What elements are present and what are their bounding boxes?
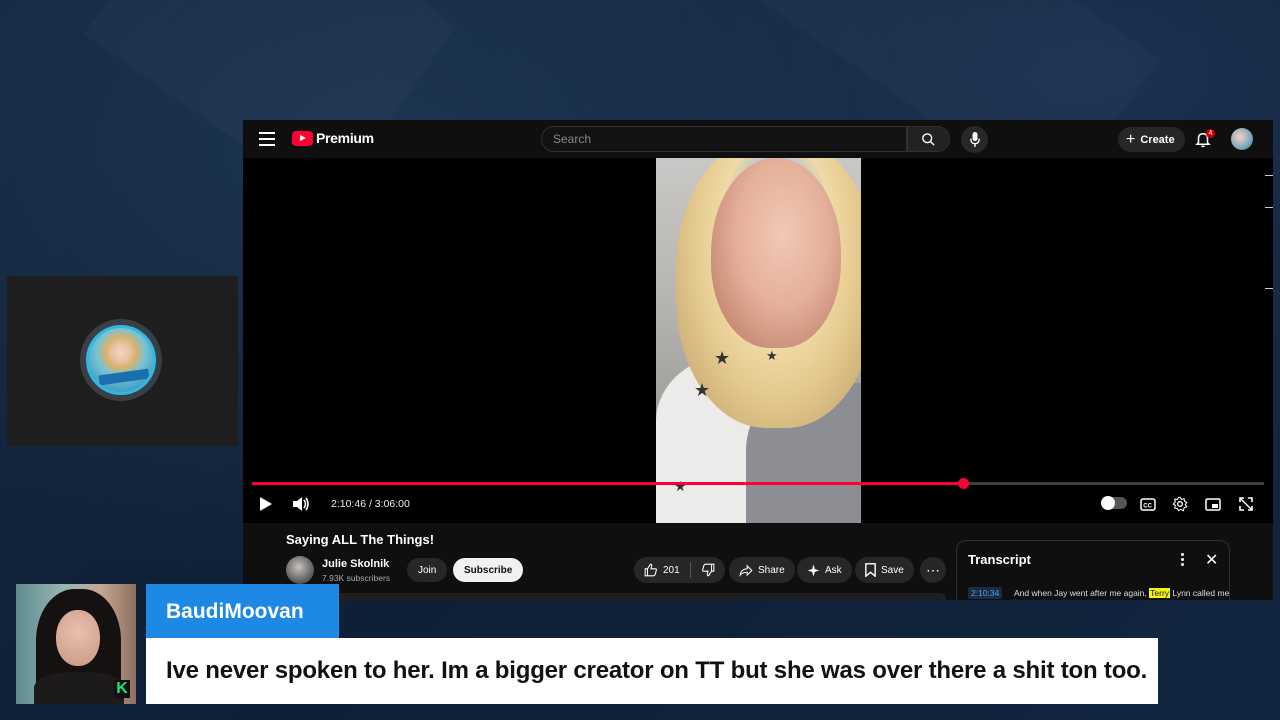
search-icon bbox=[922, 132, 935, 146]
chapter-tick bbox=[1265, 175, 1273, 176]
account-avatar[interactable] bbox=[1231, 128, 1253, 150]
commenter-name-box: BaudiMoovan bbox=[146, 584, 339, 638]
save-button[interactable]: Save bbox=[855, 557, 914, 583]
video-title: Saying ALL The Things! bbox=[286, 532, 435, 547]
kick-logo: K bbox=[114, 680, 130, 698]
create-button[interactable]: + Create bbox=[1118, 127, 1185, 152]
youtube-premium-logo[interactable]: Premium bbox=[292, 130, 374, 146]
channel-logo-image bbox=[86, 325, 156, 395]
captions-button[interactable]: CC bbox=[1139, 495, 1157, 513]
like-count[interactable]: 201 bbox=[663, 565, 680, 576]
ask-label: Ask bbox=[825, 564, 842, 576]
transcript-text-after: Lynn called me bbox=[1172, 588, 1230, 598]
commenter-username: BaudiMoovan bbox=[166, 600, 304, 623]
streamer-avatar-card bbox=[7, 276, 238, 446]
gear-icon bbox=[1172, 496, 1188, 512]
chapter-tick bbox=[1265, 207, 1273, 208]
plus-icon: + bbox=[1126, 130, 1136, 148]
avatar-ring bbox=[80, 319, 162, 401]
progress-scrubber[interactable] bbox=[958, 478, 970, 489]
youtube-header: Premium Search + Create 4 bbox=[243, 120, 1273, 158]
channel-name[interactable]: Julie Skolnik bbox=[322, 558, 389, 570]
subscribe-button[interactable]: Subscribe bbox=[453, 558, 524, 582]
transcript-text-before: And when Jay went after me again, bbox=[1014, 588, 1147, 598]
fullscreen-icon bbox=[1239, 497, 1253, 511]
miniplayer-button[interactable] bbox=[1204, 495, 1222, 513]
volume-icon bbox=[293, 497, 309, 511]
youtube-play-logo-icon bbox=[292, 130, 313, 146]
menu-icon[interactable] bbox=[259, 132, 275, 146]
sparkle-icon bbox=[807, 564, 820, 576]
autoplay-toggle[interactable] bbox=[1101, 496, 1127, 510]
webcam-feed: K bbox=[16, 584, 136, 704]
more-horizontal-icon: ⋯ bbox=[926, 561, 940, 578]
thumbs-up-icon[interactable] bbox=[644, 563, 658, 577]
play-button[interactable] bbox=[257, 495, 275, 513]
play-icon bbox=[260, 497, 272, 511]
search-input[interactable]: Search bbox=[541, 126, 907, 152]
transcript-title: Transcript bbox=[968, 552, 1031, 567]
subscriber-count: 7.93K subscribers bbox=[322, 573, 391, 583]
close-icon[interactable]: ✕ bbox=[1205, 550, 1218, 570]
comment-caption-box: Ive never spoken to her. Im a bigger cre… bbox=[146, 638, 1158, 704]
video-player[interactable]: ★ ★ ★ ★ 2:10:46 / 3:06:00 CC bbox=[243, 158, 1273, 523]
chapter-tick bbox=[1265, 288, 1273, 289]
progress-fill bbox=[252, 482, 964, 485]
youtube-window: Premium Search + Create 4 ★ ★ ★ ★ 2:10:4… bbox=[243, 120, 1273, 600]
search-button[interactable] bbox=[907, 126, 950, 152]
create-label: Create bbox=[1140, 133, 1175, 146]
description-box[interactable] bbox=[286, 593, 946, 600]
transcript-highlight: Terry bbox=[1149, 588, 1171, 598]
time-display: 2:10:46 / 3:06:00 bbox=[331, 498, 410, 510]
join-button[interactable]: Join bbox=[407, 558, 448, 582]
more-vertical-icon[interactable] bbox=[1177, 551, 1187, 567]
logo-text: Premium bbox=[316, 130, 374, 146]
more-actions-button[interactable]: ⋯ bbox=[920, 557, 946, 583]
microphone-icon bbox=[969, 132, 980, 147]
like-dislike-group: 201 bbox=[634, 557, 725, 583]
channel-avatar[interactable] bbox=[286, 556, 314, 584]
video-frame: ★ ★ ★ ★ bbox=[656, 158, 861, 523]
transcript-panel: Transcript ✕ 2:10:34 And when Jay went a… bbox=[956, 540, 1230, 600]
transcript-timestamp[interactable]: 2:10:34 bbox=[968, 587, 1003, 599]
share-icon bbox=[739, 564, 753, 577]
comment-text: Ive never spoken to her. Im a bigger cre… bbox=[166, 657, 1148, 684]
share-button[interactable]: Share bbox=[729, 557, 795, 583]
thumbs-down-icon[interactable] bbox=[701, 563, 715, 577]
ask-button[interactable]: Ask bbox=[797, 557, 852, 583]
progress-bar[interactable] bbox=[252, 478, 1264, 489]
transcript-line[interactable]: And when Jay went after me again, Terry … bbox=[1014, 588, 1229, 598]
fullscreen-button[interactable] bbox=[1237, 495, 1255, 513]
settings-button[interactable] bbox=[1171, 495, 1189, 513]
save-label: Save bbox=[881, 564, 904, 576]
voice-search-button[interactable] bbox=[961, 126, 988, 153]
closed-captions-icon: CC bbox=[1140, 497, 1156, 511]
notification-badge: 4 bbox=[1206, 129, 1215, 138]
svg-text:CC: CC bbox=[1143, 503, 1152, 509]
miniplayer-icon bbox=[1205, 497, 1221, 511]
volume-button[interactable] bbox=[291, 495, 311, 513]
bookmark-icon bbox=[865, 563, 876, 577]
share-label: Share bbox=[758, 564, 785, 576]
